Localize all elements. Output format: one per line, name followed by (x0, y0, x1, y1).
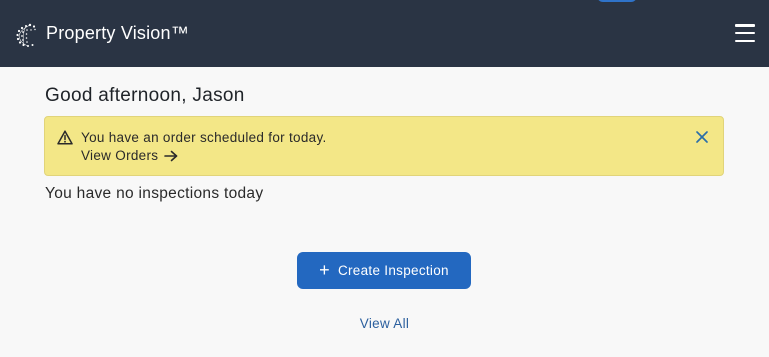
hamburger-menu-icon[interactable] (735, 24, 755, 42)
greeting-heading: Good afternoon, Jason (45, 85, 245, 106)
app-header: Property Vision™ (0, 0, 769, 67)
plus-icon: + (319, 259, 330, 280)
menu-line (735, 24, 755, 27)
create-inspection-label: Create Inspection (337, 263, 449, 278)
app-title: Property Vision™ (46, 23, 189, 43)
menu-line (735, 31, 755, 35)
globe-mesh-icon (16, 23, 36, 47)
create-inspection-button[interactable]: + Create Inspection (297, 252, 471, 289)
view-orders-label: View Orders (81, 148, 159, 163)
arrow-right-icon (164, 150, 178, 161)
main-content: Good afternoon, Jason You have an order … (0, 67, 769, 357)
order-alert: You have an order scheduled for today. V… (44, 116, 724, 176)
view-all-link[interactable]: View All (0, 316, 769, 331)
no-inspections-text: You have no inspections today (45, 185, 264, 202)
warning-icon (57, 130, 73, 145)
header-pill (597, 0, 637, 2)
close-icon[interactable] (695, 130, 709, 144)
alert-message: You have an order scheduled for today. (81, 130, 327, 145)
menu-line (735, 39, 755, 42)
view-orders-link[interactable]: View Orders (81, 148, 178, 163)
